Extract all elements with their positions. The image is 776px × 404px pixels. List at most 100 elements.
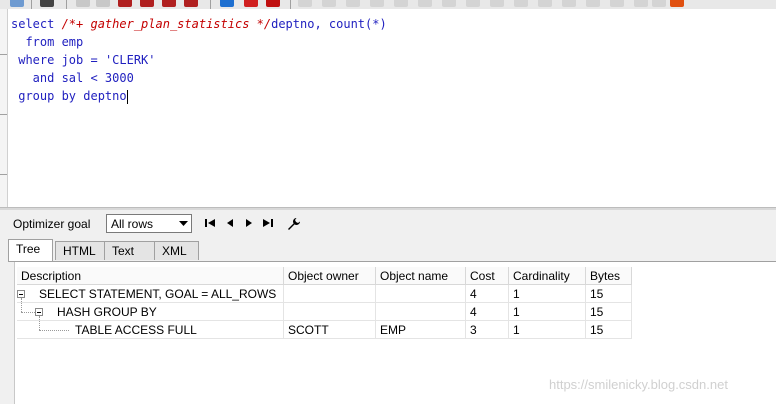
toolbar-disabled-icon[interactable] [96,0,110,7]
previous-icon[interactable] [224,217,238,231]
tab-label: XML [162,244,187,258]
wrench-icon[interactable] [287,217,301,231]
toolbar-separator [210,0,211,9]
table-row[interactable]: SELECT STATEMENT, GOAL = ALL_ROWS 4 1 15 [17,285,632,303]
table-row[interactable]: HASH GROUP BY 4 1 15 [17,298,632,321]
toolbar-arrow-icon[interactable] [220,0,234,7]
toolbar-stop-icon[interactable] [266,0,280,7]
editor-gutter [0,9,8,207]
table-row[interactable]: TABLE ACCESS FULL SCOTT EMP 3 1 15 [17,316,632,339]
code-line[interactable]: and sal < 3000 [11,69,134,87]
optimizer-goal-value: All rows [111,217,154,231]
sql-editor[interactable]: select /*+ gather_plan_statistics */dept… [8,9,776,207]
code-keyword: select [11,17,62,31]
tab-tree[interactable]: Tree [8,239,53,261]
toolbar-db-icon[interactable] [162,0,176,7]
toolbar-db-icon[interactable] [140,0,154,7]
optimizer-goal-label: Optimizer goal [13,217,91,231]
collapse-icon[interactable] [35,308,43,316]
toolbar-disabled-icon[interactable] [466,0,480,7]
toolbar-separator [290,0,291,9]
toolbar-disabled-icon[interactable] [652,0,666,7]
grid-left-margin [8,262,15,404]
owner-cell [284,303,376,321]
toolbar-disabled-icon[interactable] [634,0,648,7]
toolbar-disabled-icon[interactable] [538,0,552,7]
code-text: job = [61,53,105,67]
toolbar-disabled-icon[interactable] [442,0,456,7]
plan-view-tabs: Tree HTML Text XML [8,239,776,261]
cost-cell: 4 [466,303,509,321]
column-header-description[interactable]: Description [17,267,284,285]
tab-text[interactable]: Text [104,241,156,260]
toolbar-disabled-icon[interactable] [490,0,504,7]
toolbar-disabled-icon[interactable] [346,0,360,7]
object-name-cell [376,285,466,303]
code-text: 'CLERK' [104,53,156,67]
next-icon[interactable] [243,217,257,231]
main-toolbar [0,0,776,9]
bytes-cell: 15 [586,321,632,339]
optimizer-goal-bar: Optimizer goal All rows [0,211,776,237]
sql-editor-panel: select /*+ gather_plan_statistics */dept… [0,9,776,207]
code-text: deptno, [271,17,329,31]
code-text: deptno [83,89,127,103]
toolbar-disabled-icon[interactable] [370,0,384,7]
cost-cell: 3 [466,321,509,339]
optimizer-goal-select[interactable]: All rows [106,214,192,233]
toolbar-wrench-icon[interactable] [40,0,54,7]
cardinality-cell: 1 [509,321,586,339]
code-keyword: count [328,17,366,31]
toolbar-disabled-icon[interactable] [298,0,312,7]
code-line[interactable]: where job = 'CLERK' [11,51,156,69]
column-header-object-name[interactable]: Object name [376,267,466,285]
last-icon[interactable] [262,217,276,231]
toolbar-disabled-icon[interactable] [562,0,576,7]
description-text: TABLE ACCESS FULL [75,323,197,337]
toolbar-db-icon[interactable] [184,0,198,7]
tab-label: Tree [16,242,41,256]
code-keyword: group by [11,89,84,103]
toolbar-disabled-icon[interactable] [418,0,432,7]
description-text: SELECT STATEMENT, GOAL = ALL_ROWS [39,287,277,301]
bytes-cell: 15 [586,303,632,321]
toolbar-disabled-icon[interactable] [514,0,528,7]
code-line[interactable]: from emp [11,33,83,51]
toolbar-disabled-icon[interactable] [322,0,336,7]
chevron-down-icon[interactable] [176,215,191,232]
cardinality-cell: 1 [509,285,586,303]
toolbar-arrow-icon[interactable] [244,0,258,7]
tab-xml[interactable]: XML [154,241,199,260]
code-line[interactable]: group by deptno [11,87,128,105]
toolbar-separator [66,0,67,9]
first-icon[interactable] [204,217,218,231]
code-line[interactable]: select /*+ gather_plan_statistics */dept… [11,15,387,33]
description-text: HASH GROUP BY [57,305,157,319]
code-keyword: from [11,35,62,49]
tab-html[interactable]: HTML [55,241,110,260]
toolbar-db-icon[interactable] [118,0,132,7]
code-text: (*) [365,17,387,31]
toolbar-disabled-icon[interactable] [76,0,90,7]
column-header-bytes[interactable]: Bytes [586,267,632,285]
code-keyword: where [11,53,62,67]
watermark: https://smilenicky.blog.csdn.net [549,377,728,392]
collapse-icon[interactable] [17,290,25,298]
toolbar-exit-icon[interactable] [670,0,684,7]
toolbar-disabled-icon[interactable] [610,0,624,7]
object-name-cell: EMP [376,321,466,339]
tree-connector [39,330,69,331]
tree-connector [21,312,35,313]
column-header-cost[interactable]: Cost [466,267,509,285]
gutter-marker [0,174,7,175]
code-text: sal < 3000 [61,71,134,85]
column-header-cardinality[interactable]: Cardinality [509,267,586,285]
description-cell: HASH GROUP BY [17,298,284,321]
toolbar-disabled-icon[interactable] [394,0,408,7]
panel-splitter[interactable] [0,207,776,210]
column-header-object-owner[interactable]: Object owner [284,267,376,285]
tab-label: Text [112,244,135,258]
object-name-cell [376,303,466,321]
toolbar-edit-icon[interactable] [10,0,24,7]
toolbar-disabled-icon[interactable] [586,0,600,7]
